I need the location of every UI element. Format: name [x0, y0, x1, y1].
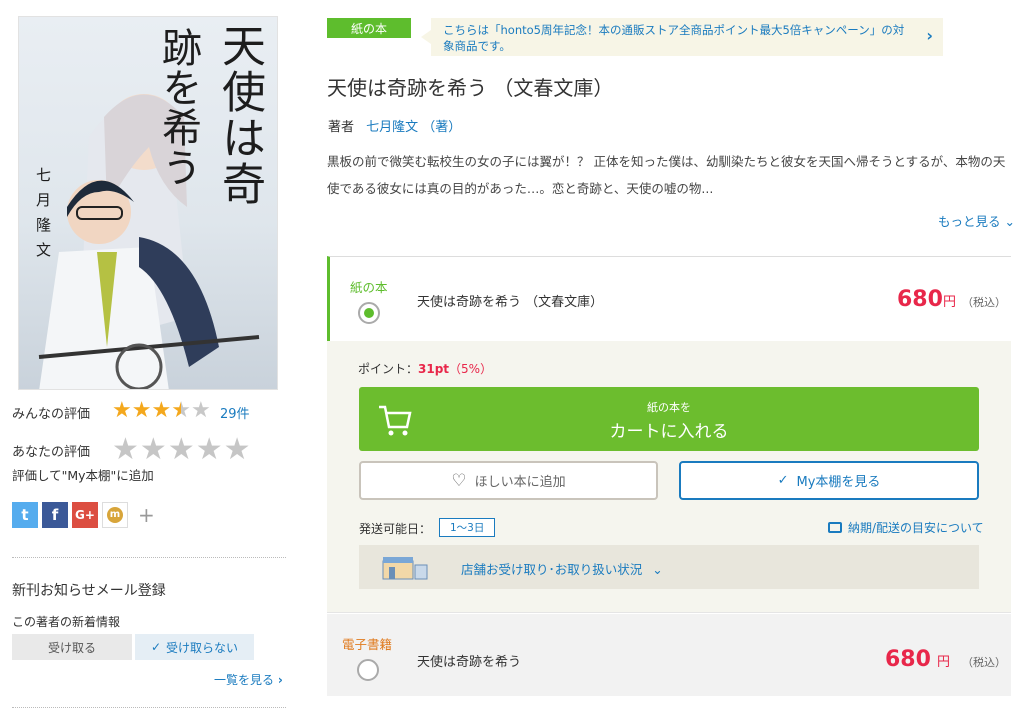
star-icon: ★ — [112, 398, 132, 423]
ebook-yen: 円 — [936, 655, 950, 670]
notify-title: 新刊お知らせメール登録 — [12, 583, 166, 599]
star-icon: ★ — [151, 398, 172, 423]
store-label-text: 店舗お受け取り･お取り扱い状況 — [461, 562, 643, 577]
my-shelf-button[interactable]: ✓ My本棚を見る — [679, 461, 979, 500]
points-label: ポイント： — [358, 362, 419, 376]
store-icon — [382, 557, 428, 580]
chevron-right-icon: › — [277, 673, 283, 687]
google-plus-icon[interactable]: G+ — [72, 502, 98, 528]
ship-label: 発送可能日： — [359, 522, 432, 536]
facebook-icon[interactable]: f — [42, 502, 68, 528]
delivery-link[interactable]: 納期/配送の目安について — [828, 519, 984, 536]
share-buttons: t f G+ m + — [12, 502, 155, 528]
notify-subtitle: この著者の新着情報 — [12, 615, 121, 629]
cover-title-2: 跡を希う — [155, 27, 201, 187]
book-cover-image[interactable]: 天使は奇 跡を希う 七月隆文 — [18, 16, 278, 390]
everyone-rating-label: みんなの評価 — [12, 407, 91, 422]
paper-price: 680 円 （税込） — [897, 287, 1006, 312]
chevron-right-icon: › — [926, 26, 933, 45]
ebook-price-value: 680 — [885, 647, 931, 672]
cart-small-label: 紙の本を — [647, 401, 691, 414]
chevron-down-icon: ⌄ — [1004, 214, 1015, 229]
half-star-icon: ★ — [171, 398, 191, 423]
divider — [12, 557, 286, 558]
add-shelf-hint: 評価して"My本棚"に追加 — [12, 468, 154, 483]
list-link-label: 一覧を見る — [214, 673, 275, 687]
star-icon[interactable]: ★ — [224, 432, 251, 467]
more-link[interactable]: もっと見る ⌄ — [938, 211, 1015, 230]
your-rating-stars[interactable]: ★★★★★ — [112, 432, 252, 467]
star-icon: ★ — [190, 398, 211, 423]
my-shelf-label: My本棚を見る — [796, 475, 881, 490]
mixi-icon[interactable]: m — [102, 502, 128, 528]
store-availability-bar[interactable]: 店舗お受け取り･お取り扱い状況 ⌄ — [359, 545, 979, 589]
banner-arrow — [421, 30, 431, 44]
review-count-link[interactable]: 29件 — [220, 403, 250, 422]
rating-stars: ★★★★★ — [112, 400, 211, 422]
points-value: 31pt — [418, 362, 450, 376]
book-title: 天使は奇跡を希う （文春文庫） — [327, 76, 614, 100]
plus-icon[interactable]: + — [138, 503, 155, 527]
ebook-tax: （税込） — [961, 656, 1006, 669]
divider — [12, 707, 286, 708]
add-to-cart-button[interactable]: 紙の本を カートに入れる — [359, 387, 979, 451]
card-icon — [828, 522, 842, 533]
chevron-down-icon: ⌄ — [652, 562, 663, 577]
check-icon: ✓ — [150, 640, 162, 654]
wishlist-button[interactable]: ♡ ほしい本に追加 — [359, 461, 658, 500]
campaign-text: こちらは「honto5周年記念！本の通販ストア全商品ポイント最大5倍キャンペーン… — [443, 23, 905, 53]
cover-author: 七月隆文 — [34, 167, 52, 267]
receive-button[interactable]: 受け取る — [12, 634, 132, 660]
radio-dot — [364, 308, 374, 318]
paper-label: 紙の本 — [350, 280, 388, 295]
star-icon[interactable]: ★ — [112, 432, 139, 467]
star-icon[interactable]: ★ — [196, 432, 223, 467]
paper-radio[interactable] — [358, 302, 380, 324]
paper-book-option[interactable]: 紙の本 天使は奇跡を希う （文春文庫） 680 円 （税込） — [327, 256, 1011, 341]
ebook-price: 680 円 （税込） — [885, 647, 1006, 672]
star-icon[interactable]: ★ — [140, 432, 167, 467]
star-icon[interactable]: ★ — [168, 432, 195, 467]
ebook-option[interactable]: 電子書籍 天使は奇跡を希う 680 円 （税込） — [327, 614, 1011, 696]
ebook-item-title: 天使は奇跡を希う — [417, 655, 522, 670]
twitter-icon[interactable]: t — [12, 502, 38, 528]
ebook-label: 電子書籍 — [342, 637, 393, 652]
points-rate: （5%） — [449, 362, 493, 376]
paper-item-title: 天使は奇跡を希う （文春文庫） — [417, 295, 604, 310]
ebook-radio[interactable] — [357, 659, 379, 681]
delivery-link-label: 納期/配送の目安について — [848, 521, 984, 535]
paper-book-tag: 紙の本 — [327, 18, 411, 38]
check-icon: ✓ — [777, 473, 789, 488]
points-row: ポイント：31pt（5%） — [358, 360, 492, 377]
cart-main-label: カートに入れる — [609, 422, 729, 442]
campaign-banner[interactable]: こちらは「honto5周年記念！本の通販ストア全商品ポイント最大5倍キャンペーン… — [431, 18, 943, 56]
author-row: 著者 七月隆文 （著） — [328, 116, 461, 135]
ship-value-badge: 1～3日 — [439, 518, 496, 537]
author-link[interactable]: 七月隆文 （著） — [366, 120, 461, 135]
book-description: 黒板の前で微笑む転校生の女の子には翼が！？ 正体を知った僕は、幼馴染たちと彼女を… — [327, 154, 1006, 196]
wishlist-label: ほしい本に追加 — [474, 475, 566, 490]
star-icon: ★ — [131, 398, 152, 423]
paper-yen: 円 — [942, 295, 956, 310]
your-rating-label: あなたの評価 — [12, 445, 91, 460]
author-label: 著者 — [328, 120, 355, 135]
store-label: 店舗お受け取り･お取り扱い状況 ⌄ — [461, 559, 663, 578]
heart-icon: ♡ — [451, 470, 467, 491]
paper-tax: （税込） — [961, 296, 1006, 309]
paper-price-value: 680 — [897, 287, 943, 312]
no-receive-label: 受け取らない — [166, 640, 239, 655]
more-link-label: もっと見る — [938, 214, 1001, 229]
cover-title-1: 天使は奇 — [214, 23, 265, 207]
list-link[interactable]: 一覧を見る › — [214, 671, 283, 688]
no-receive-button[interactable]: ✓ 受け取らない — [135, 634, 254, 660]
